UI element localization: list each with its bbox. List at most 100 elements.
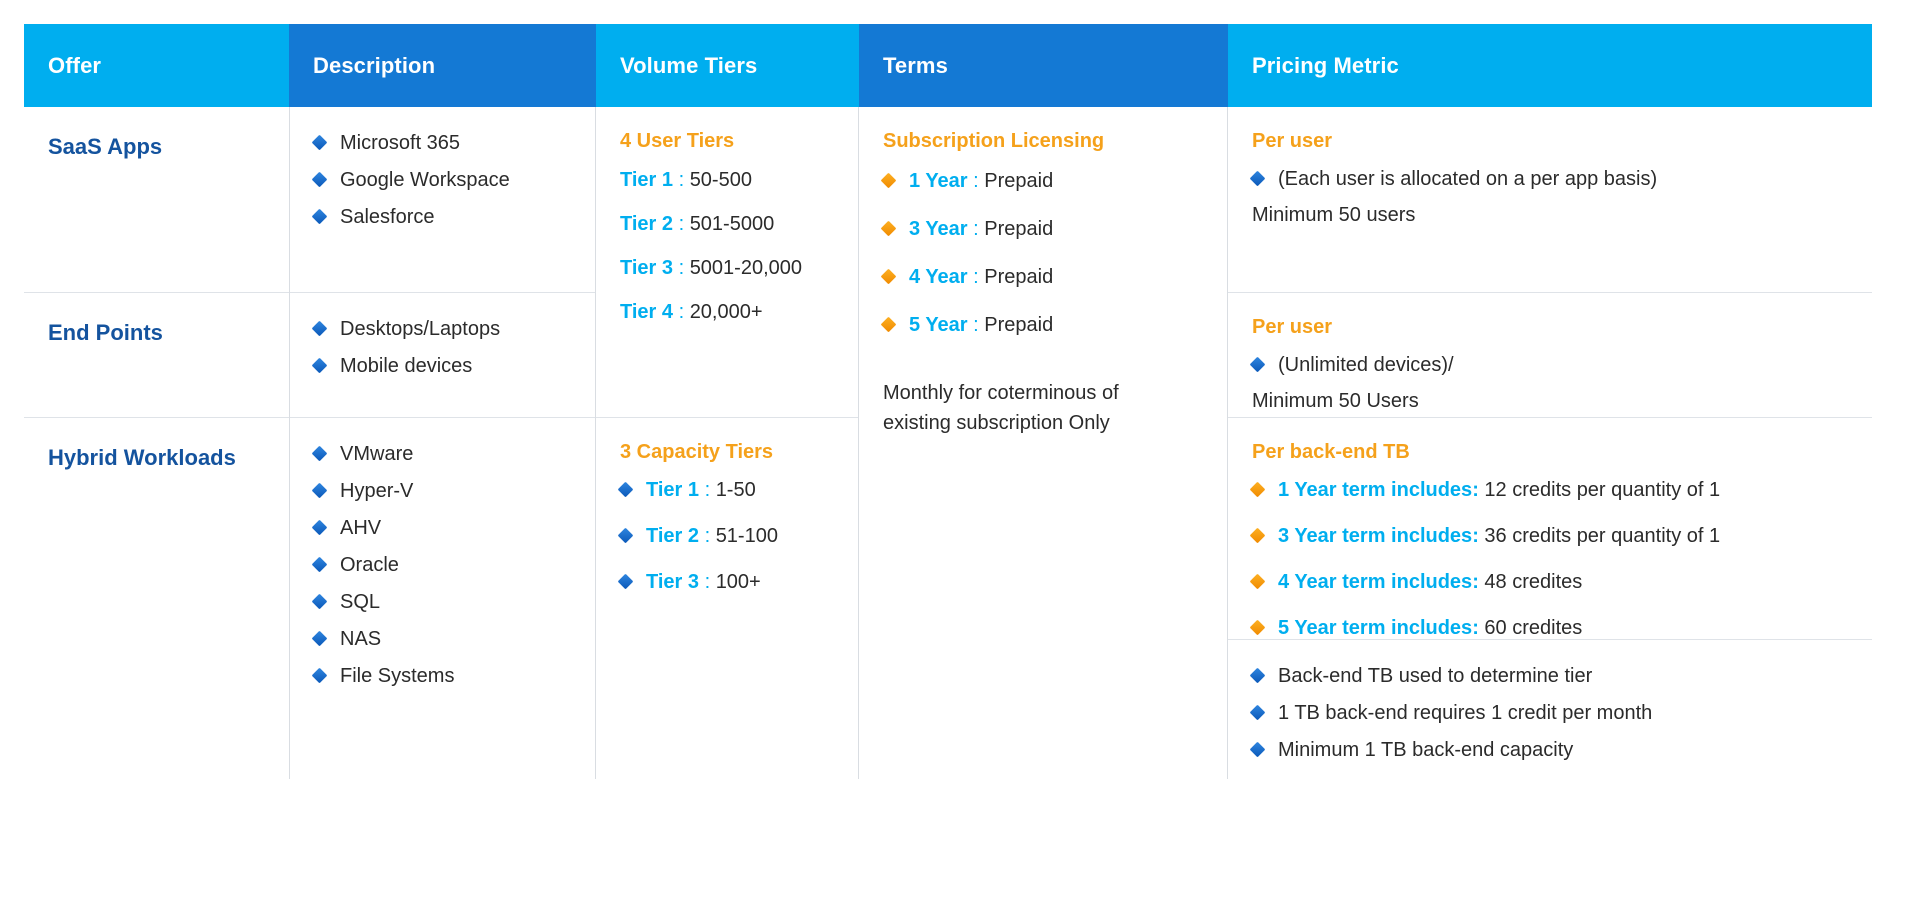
volume-tiers-cell-capacity: 3 Capacity Tiers Tier 1 : 1-50 Tier 2 : … bbox=[596, 417, 858, 779]
diamond-bullet-icon bbox=[1249, 742, 1266, 758]
list-item-label: Desktops/Laptops bbox=[340, 318, 501, 340]
list-item-label: NAS bbox=[340, 628, 382, 650]
tier-value: 501-5000 bbox=[689, 213, 775, 235]
diamond-bullet-icon bbox=[617, 528, 634, 544]
description-list-saas: Microsoft 365 Google Workspace Salesforc… bbox=[311, 129, 573, 232]
offer-cell-hybrid: Hybrid Workloads bbox=[24, 417, 289, 779]
diamond-bullet-icon bbox=[1249, 668, 1266, 684]
pricing-heading-hybrid: Per back-end TB bbox=[1252, 441, 1410, 463]
list-item: Tier 3 : 5001-20,000 bbox=[620, 255, 836, 282]
description-list-hybrid: VMware Hyper-V AHV Oracle SQL NAS File S… bbox=[311, 440, 573, 691]
tier-label: Tier 3 bbox=[646, 571, 699, 593]
tier-label: Tier 2 bbox=[646, 525, 699, 547]
pricing-heading-saas: Per user bbox=[1252, 130, 1333, 152]
tier-label: Tier 4 bbox=[620, 301, 673, 323]
terms-cell: Subscription Licensing 1 Year : Prepaid … bbox=[859, 107, 1227, 779]
tier-label: Tier 2 bbox=[620, 213, 673, 235]
pricing-term-credits-list: 1 Year term includes: 12 credits per qua… bbox=[1249, 476, 1850, 643]
term-label: 3 Year bbox=[909, 218, 968, 240]
diamond-bullet-icon bbox=[311, 557, 328, 573]
diamond-bullet-icon bbox=[311, 172, 328, 188]
diamond-bullet-icon bbox=[1249, 357, 1266, 373]
terms-heading: Subscription Licensing bbox=[883, 130, 1105, 152]
pricing-cell-hybrid-terms: Per back-end TB 1 Year term includes: 12… bbox=[1228, 417, 1872, 639]
term-separator: : bbox=[973, 314, 979, 336]
credit-term-value: 12 credits per quantity of 1 bbox=[1484, 479, 1721, 501]
pricing-cell-endpoints: Per user (Unlimited devices)/ Minimum 50… bbox=[1228, 292, 1872, 417]
list-item: Google Workspace bbox=[311, 166, 573, 195]
list-item-label: VMware bbox=[340, 443, 414, 465]
diamond-bullet-icon bbox=[1249, 528, 1266, 544]
diamond-bullet-icon bbox=[311, 631, 328, 647]
column-description: Microsoft 365 Google Workspace Salesforc… bbox=[289, 107, 596, 779]
tier-label: Tier 3 bbox=[620, 257, 673, 279]
list-item: AHV bbox=[311, 514, 573, 543]
terms-list: 1 Year : Prepaid 3 Year : Prepaid 4 Year… bbox=[880, 167, 1205, 340]
description-cell-hybrid: VMware Hyper-V AHV Oracle SQL NAS File S… bbox=[290, 417, 595, 779]
pricing-bullet-saas: (Each user is allocated on a per app bas… bbox=[1278, 168, 1658, 190]
pricing-cell-hybrid-notes: Back-end TB used to determine tier 1 TB … bbox=[1228, 639, 1872, 779]
tier-label: Tier 1 bbox=[646, 479, 699, 501]
tier-separator: : bbox=[704, 479, 711, 501]
term-value: Prepaid bbox=[984, 266, 1054, 288]
tier-separator: : bbox=[678, 213, 685, 235]
volume-tiers-heading-capacity: 3 Capacity Tiers bbox=[620, 441, 774, 463]
diamond-bullet-icon bbox=[311, 446, 328, 462]
credit-term-value: 48 credites bbox=[1484, 571, 1583, 593]
term-value: Prepaid bbox=[984, 314, 1054, 336]
diamond-bullet-icon bbox=[880, 221, 897, 237]
list-item: VMware bbox=[311, 440, 573, 469]
tier-separator: : bbox=[678, 301, 685, 323]
list-item-label: AHV bbox=[340, 517, 382, 539]
list-item: 4 Year term includes: 48 credites bbox=[1249, 568, 1850, 597]
list-item: Tier 3 : 100+ bbox=[617, 568, 836, 597]
volume-tiers-cell-user: 4 User Tiers Tier 1 : 50-500 Tier 2 : 50… bbox=[596, 107, 858, 417]
list-item: Tier 4 : 20,000+ bbox=[620, 299, 836, 326]
offer-label-endpoints: End Points bbox=[48, 320, 163, 345]
terms-note-line-1: Monthly for coterminous of bbox=[883, 382, 1119, 404]
list-item: 1 Year : Prepaid bbox=[880, 167, 1205, 196]
volume-tiers-list-capacity: Tier 1 : 1-50 Tier 2 : 51-100 Tier 3 : 1… bbox=[617, 476, 836, 597]
diamond-bullet-icon bbox=[311, 135, 328, 151]
credit-term-separator: : bbox=[1472, 479, 1479, 501]
term-label: 1 Year bbox=[909, 170, 968, 192]
diamond-bullet-icon bbox=[880, 269, 897, 285]
list-item-label: Hyper-V bbox=[340, 480, 414, 502]
list-item: File Systems bbox=[311, 662, 573, 691]
list-item: Oracle bbox=[311, 551, 573, 580]
credit-term-value: 36 credits per quantity of 1 bbox=[1484, 525, 1721, 547]
list-item: Back-end TB used to determine tier bbox=[1249, 662, 1850, 691]
pricing-comparison-table: Offer Description Volume Tiers Terms Pri… bbox=[0, 0, 1920, 897]
diamond-bullet-icon bbox=[617, 482, 634, 498]
list-item: Salesforce bbox=[311, 203, 573, 232]
pricing-cell-saas: Per user (Each user is allocated on a pe… bbox=[1228, 107, 1872, 292]
list-item: Tier 2 : 51-100 bbox=[617, 522, 836, 551]
credit-term-label: 3 Year term includes bbox=[1278, 525, 1473, 547]
pricing-list-saas: (Each user is allocated on a per app bas… bbox=[1249, 165, 1850, 194]
column-header-volume-tiers: Volume Tiers bbox=[596, 24, 859, 107]
pricing-bullet-endpoints: (Unlimited devices)/ bbox=[1278, 354, 1454, 376]
volume-tiers-list-user: Tier 1 : 50-500 Tier 2 : 501-5000 Tier 3… bbox=[620, 167, 836, 326]
diamond-bullet-icon bbox=[1249, 482, 1266, 498]
credit-term-value: 60 credites bbox=[1484, 617, 1583, 639]
term-label: 4 Year bbox=[909, 266, 968, 288]
list-item: Desktops/Laptops bbox=[311, 315, 573, 344]
list-item-label: Minimum 1 TB back-end capacity bbox=[1278, 739, 1574, 761]
column-header-description: Description bbox=[289, 24, 596, 107]
diamond-bullet-icon bbox=[311, 668, 328, 684]
column-volume-tiers: 4 User Tiers Tier 1 : 50-500 Tier 2 : 50… bbox=[596, 107, 859, 779]
list-item: 3 Year term includes: 36 credits per qua… bbox=[1249, 522, 1850, 551]
tier-label: Tier 1 bbox=[620, 169, 673, 191]
term-separator: : bbox=[973, 218, 979, 240]
pricing-heading-endpoints: Per user bbox=[1252, 316, 1333, 338]
list-item: (Unlimited devices)/ bbox=[1249, 351, 1850, 380]
diamond-bullet-icon bbox=[311, 358, 328, 374]
terms-note-line-2: existing subscription Only bbox=[883, 412, 1110, 434]
tier-separator: : bbox=[704, 571, 711, 593]
column-offer: SaaS Apps End Points Hybrid Workloads bbox=[24, 107, 289, 779]
credit-term-separator: : bbox=[1472, 525, 1479, 547]
tier-value: 5001-20,000 bbox=[689, 257, 803, 279]
diamond-bullet-icon bbox=[1249, 620, 1266, 636]
credit-term-separator: : bbox=[1472, 617, 1479, 639]
pricing-note-saas: Minimum 50 users bbox=[1252, 204, 1416, 226]
